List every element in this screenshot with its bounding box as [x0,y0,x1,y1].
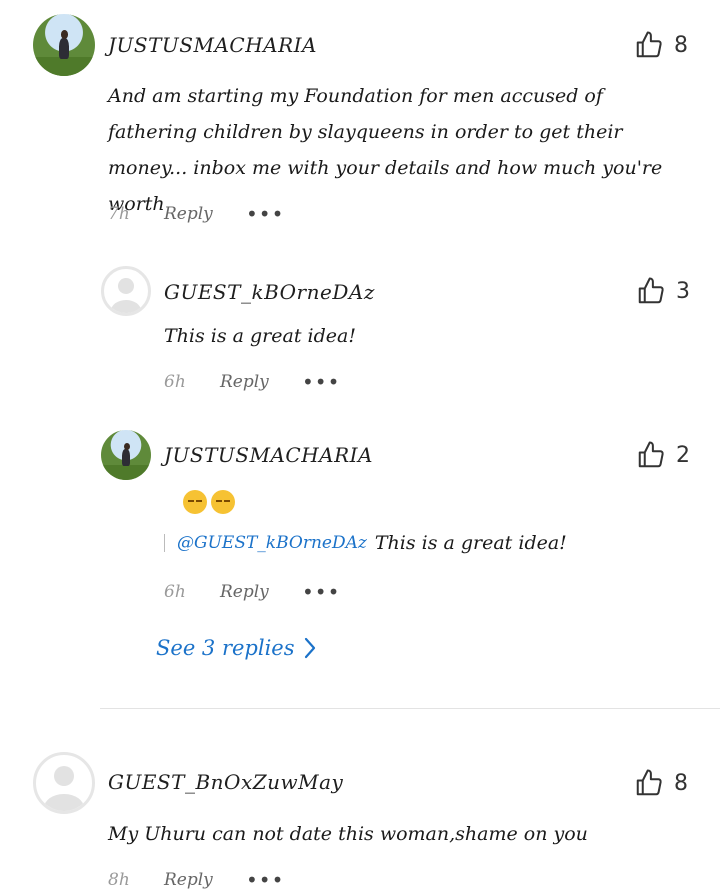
more-options-icon[interactable]: ••• [246,868,284,892]
like-count: 2 [676,442,690,468]
hands-over-face-emoji [183,490,235,514]
emoji-icon [211,490,235,514]
comment-text: My Uhuru can not date this woman,shame o… [108,823,588,845]
avatar[interactable] [33,752,95,814]
thumbs-up-icon [636,31,662,58]
comment-meta: 7h Reply ••• [108,202,284,226]
comment-reply: JUSTUSMACHARIA 2 @GUEST_kBOrneDAz This i… [0,410,720,610]
more-options-icon[interactable]: ••• [302,580,340,604]
see-replies-label: See 3 replies [156,636,295,660]
comment-text: This is a great idea! [164,325,356,347]
avatar[interactable] [101,266,151,316]
comment-username[interactable]: GUEST_BnOxZuwMay [108,770,343,794]
thumbs-up-icon [636,769,662,796]
chevron-right-icon [304,637,315,659]
comment-meta: 6h Reply ••• [164,370,340,394]
comment: JUSTUSMACHARIA 8 And am starting my Foun… [0,0,720,240]
comment-reply: GUEST_kBOrneDAz 3 This is a great idea! … [0,240,720,410]
like-count: 8 [674,770,688,796]
comment-username[interactable]: JUSTUSMACHARIA [164,443,373,467]
like-button[interactable]: 8 [634,30,688,60]
like-button[interactable]: 2 [636,440,690,470]
emoji-icon [183,490,207,514]
avatar[interactable] [33,14,95,76]
comment: GUEST_BnOxZuwMay 8 My Uhuru can not date… [0,740,720,895]
comment-time: 8h [108,870,130,890]
like-count: 3 [676,278,690,304]
avatar[interactable] [101,430,151,480]
comment-text: And am starting my Foundation for men ac… [108,85,663,215]
reply-button[interactable]: Reply [220,582,302,602]
thumbs-up-icon [638,277,664,304]
quote-text: This is a great idea! [374,532,567,554]
comment-username[interactable]: JUSTUSMACHARIA [108,33,317,57]
comment-time: 7h [108,204,130,224]
reply-button[interactable]: Reply [164,870,246,890]
reply-button[interactable]: Reply [164,204,246,224]
like-count: 8 [674,32,688,58]
reply-button[interactable]: Reply [220,372,302,392]
see-replies-link[interactable]: See 3 replies [156,636,317,660]
mention-link[interactable]: @GUEST_kBOrneDAz [177,533,367,553]
divider [100,708,720,709]
like-button[interactable]: 3 [636,276,690,306]
quote-bar [164,534,165,552]
comment-time: 6h [164,582,186,602]
comment-username[interactable]: GUEST_kBOrneDAz [164,280,375,304]
comment-time: 6h [164,372,186,392]
comment-meta: 8h Reply ••• [108,868,284,892]
more-options-icon[interactable]: ••• [302,370,340,394]
like-button[interactable]: 8 [634,768,688,798]
thumbs-up-icon [638,441,664,468]
comment-meta: 6h Reply ••• [164,580,340,604]
quoted-reply: @GUEST_kBOrneDAz This is a great idea! [164,532,567,554]
more-options-icon[interactable]: ••• [246,202,284,226]
